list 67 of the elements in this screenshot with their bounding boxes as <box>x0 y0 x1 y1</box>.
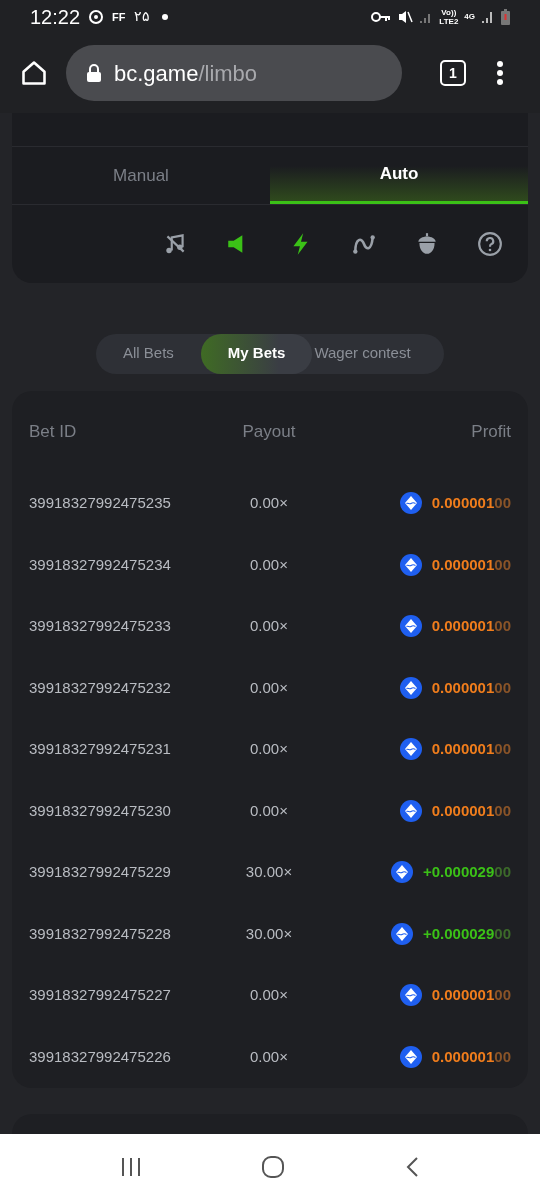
coin-icon <box>391 861 413 884</box>
coin-icon <box>399 799 422 822</box>
table-cell-text: 39918327992475230 <box>29 800 172 821</box>
coin-icon <box>399 676 422 699</box>
key-icon <box>371 10 392 23</box>
table-cell-text: 39918327992475231 <box>29 739 172 760</box>
table-cell-text: 0.00× <box>249 554 289 575</box>
table-cell-text: 30.00× <box>244 862 294 883</box>
data-label: 4G <box>464 10 475 23</box>
status-app-label: FF <box>112 9 126 25</box>
table-cell-text: 30.00× <box>244 923 294 944</box>
mode-tab[interactable]: Manual <box>12 147 270 205</box>
profit-amount: 0.00000100 <box>431 985 511 1006</box>
column-header: Payout <box>241 420 297 443</box>
table-cell-text: 39918327992475229 <box>29 862 172 883</box>
coin-icon <box>399 492 422 515</box>
profit-amount: 0.00000100 <box>431 1046 511 1067</box>
coin-icon <box>399 738 422 761</box>
status-time: 12:22 <box>30 4 81 30</box>
table-cell-text: 39918327992475235 <box>29 493 172 514</box>
coin-icon <box>399 984 422 1007</box>
column-header: Profit <box>470 420 511 443</box>
profit-amount: 0.00000100 <box>431 800 511 821</box>
coin-icon <box>399 615 422 638</box>
tab-count-button[interactable]: 1 <box>440 60 466 87</box>
profit-amount: 0.00000100 <box>431 493 511 514</box>
table-cell-text: 0.00× <box>249 616 289 637</box>
bet-tab[interactable]: All Bets <box>96 333 201 374</box>
home-icon[interactable] <box>20 59 48 88</box>
column-header: Bet ID <box>29 420 78 443</box>
profit-amount: 0.00000100 <box>431 616 511 637</box>
table-cell-text: 39918327992475233 <box>29 616 172 637</box>
mute-icon <box>397 8 414 25</box>
table-cell-text: 0.00× <box>249 800 289 821</box>
help-icon[interactable] <box>477 230 503 257</box>
url-text: bc.game/limbo <box>114 59 258 88</box>
address-bar[interactable]: bc.game/limbo <box>66 45 402 102</box>
table-cell-text: 0.00× <box>249 677 289 698</box>
table-cell-text: 0.00× <box>249 493 289 514</box>
coin-icon <box>399 553 422 576</box>
profit-amount: +0.00002900 <box>423 862 511 883</box>
home-button-icon[interactable] <box>261 1154 285 1179</box>
sync-icon <box>88 8 105 25</box>
table-cell-text: 0.00× <box>249 1046 289 1067</box>
table-cell-text: 39918327992475226 <box>29 1046 172 1067</box>
coin-icon <box>399 1045 422 1068</box>
lock-icon <box>86 64 102 83</box>
profit-amount: 0.00000100 <box>431 739 511 760</box>
more-icon[interactable] <box>496 60 504 87</box>
table-cell-text: 39918327992475228 <box>29 923 172 944</box>
table-cell-text: 39918327992475234 <box>29 554 172 575</box>
status-date: ۲۵ <box>133 7 150 27</box>
bet-tab[interactable]: My Bets <box>200 333 313 374</box>
battery-icon <box>501 8 510 25</box>
network-label: Vo)) LTE2 <box>439 7 459 26</box>
profit-amount: 0.00000100 <box>431 554 511 575</box>
profit-amount: 0.00000100 <box>431 677 511 698</box>
signal-icon <box>481 9 495 24</box>
table-cell-text: 39918327992475232 <box>29 677 172 698</box>
table-cell-text: 0.00× <box>249 739 289 760</box>
bet-tab[interactable]: Wager contest <box>312 333 413 374</box>
back-icon[interactable] <box>404 1155 421 1178</box>
table-cell-text: 0.00× <box>249 985 289 1006</box>
table-cell-text: 39918327992475227 <box>29 985 172 1006</box>
coin-icon <box>391 922 413 945</box>
recent-apps-icon[interactable] <box>119 1156 142 1177</box>
profit-amount: +0.00002900 <box>423 923 511 944</box>
